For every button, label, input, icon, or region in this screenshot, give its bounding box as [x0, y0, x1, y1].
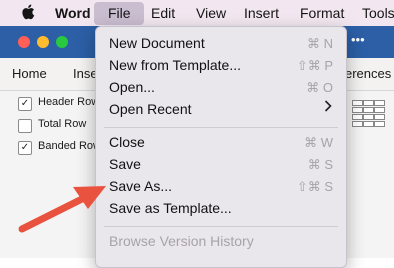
annotation-arrow: [18, 186, 106, 233]
